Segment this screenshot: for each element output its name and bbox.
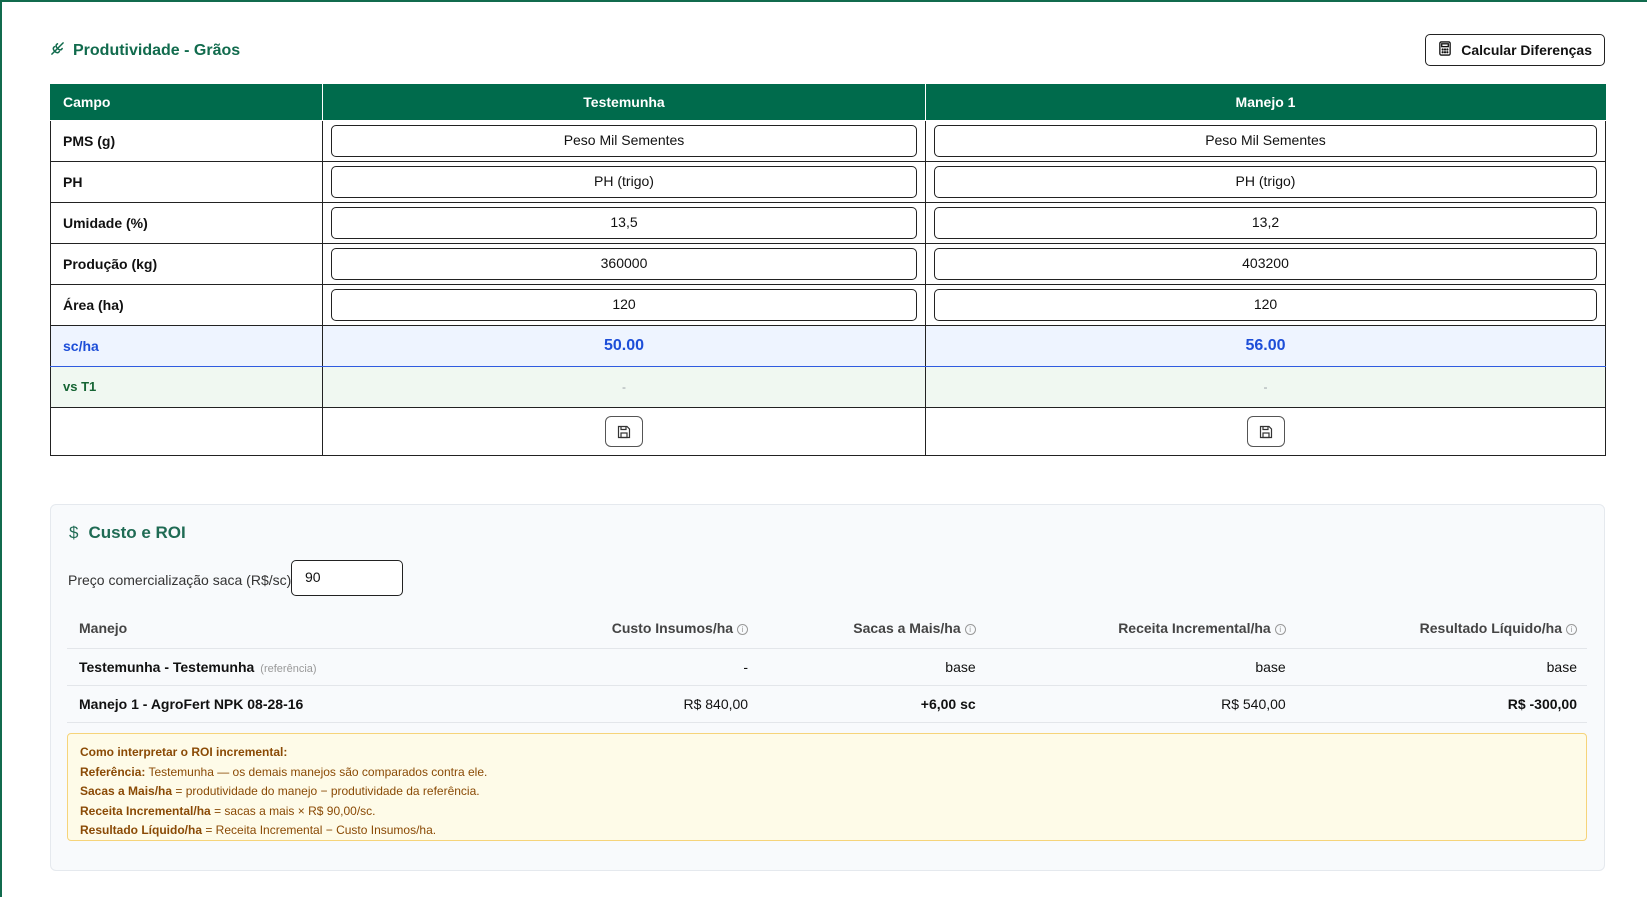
row-label: sc/ha [50, 324, 323, 367]
ph-input-testemunha[interactable]: PH (trigo) [331, 165, 917, 198]
vs-t1-value-testemunha: - [322, 365, 926, 408]
receita-value: R$ 540,00 [985, 685, 1296, 723]
section-header: Produtividade - Grãos Calcular Diferença… [50, 34, 1605, 68]
wheat-icon [50, 41, 65, 61]
empty-cell [50, 406, 323, 456]
note-line: Referência: Testemunha — os demais manej… [80, 764, 488, 779]
roi-title-text: Custo e ROI [88, 523, 186, 542]
price-input[interactable]: 90 [291, 560, 403, 596]
area-input-testemunha[interactable]: 120 [331, 288, 917, 321]
roi-column-custo: Custo Insumos/ha i [515, 609, 759, 649]
save-button-testemunha[interactable] [605, 415, 643, 447]
save-icon [1259, 425, 1272, 438]
row-label: PMS (g) [50, 119, 323, 162]
roi-column-resultado: Resultado Líquido/ha i [1295, 609, 1587, 649]
resultado-value: R$ -300,00 [1295, 685, 1587, 723]
umidade-input-testemunha[interactable]: 13,5 [331, 206, 917, 239]
calculator-icon [1438, 41, 1452, 59]
table-row-pms: PMS (g) Peso Mil Sementes Peso Mil Semen… [50, 119, 1606, 162]
roi-table: Manejo Custo Insumos/ha i Sacas a Mais/ha… [67, 609, 1587, 723]
table-row: Testemunha - Testemunha (referência) - ba… [67, 648, 1587, 686]
table-row-umidade: Umidade (%) 13,5 13,2 [50, 201, 1606, 244]
info-icon[interactable]: i [1566, 624, 1577, 636]
row-label: vs T1 [50, 365, 323, 408]
receita-value: base [985, 648, 1296, 686]
row-label: PH [50, 160, 323, 203]
save-button-manejo-1[interactable] [1246, 415, 1285, 447]
roi-column-manejo: Manejo [67, 609, 516, 649]
section-title-text: Produtividade - Grãos [73, 42, 241, 59]
umidade-input-manejo-1[interactable]: 13,2 [934, 206, 1597, 239]
table-row-producao: Produção (kg) 360000 403200 [50, 242, 1606, 285]
column-header-testemunha: Testemunha [322, 84, 926, 121]
sc-ha-value-testemunha: 50.00 [322, 324, 926, 367]
sacas-value: +6,00 sc [758, 685, 986, 723]
note-heading: Como interpretar o ROI incremental: [80, 745, 288, 759]
custo-value: - [515, 648, 759, 686]
info-icon[interactable]: i [1274, 624, 1286, 636]
table-row-area: Área (ha) 120 120 [50, 283, 1606, 326]
area-input-manejo-1[interactable]: 120 [934, 288, 1597, 321]
row-label: Área (ha) [50, 283, 323, 326]
roi-column-receita: Receita Incremental/ha i [985, 609, 1296, 649]
table-header-row: Campo Testemunha Manejo 1 [50, 84, 1606, 121]
roi-title: $ Custo e ROI [69, 523, 186, 543]
note-line: Receita Incremental/ha = sacas a mais × … [80, 803, 376, 818]
info-icon[interactable]: i [737, 624, 749, 636]
left-accent-rule [0, 0, 2, 897]
vs-t1-value-manejo-1: - [925, 365, 1606, 408]
table-row-sc-ha: sc/ha 50.00 56.00 [50, 324, 1606, 367]
row-label: Umidade (%) [50, 201, 323, 244]
info-icon[interactable]: i [964, 624, 976, 636]
note-line: Sacas a Mais/ha = produtividade do manej… [80, 784, 480, 798]
top-accent-rule [0, 0, 1647, 2]
table-row-ph: PH PH (trigo) PH (trigo) [50, 160, 1606, 203]
roi-column-sacas: Sacas a Mais/ha i [758, 609, 986, 649]
pms-input-manejo-1[interactable]: Peso Mil Sementes [934, 124, 1597, 157]
column-header-manejo-1: Manejo 1 [925, 84, 1606, 121]
column-header-campo: Campo [50, 84, 323, 121]
price-label: Preço comercialização saca (R$/sc) [68, 572, 292, 588]
manejo-name: Manejo 1 - AgroFert NPK 08-28-16 [67, 685, 516, 723]
save-icon [617, 425, 631, 438]
roi-header-row: Manejo Custo Insumos/ha i Sacas a Mais/ha… [67, 609, 1587, 649]
section-title: Produtividade - Grãos [50, 41, 240, 61]
row-label: Produção (kg) [50, 242, 323, 285]
sc-ha-value-manejo-1: 56.00 [925, 324, 1606, 367]
cost-roi-panel: $ Custo e ROI Preço comercialização saca… [50, 504, 1605, 871]
reference-tag: (referência) [260, 662, 317, 675]
custo-value: R$ 840,00 [515, 685, 759, 723]
productivity-table: Campo Testemunha Manejo 1 PMS (g) Peso M… [50, 84, 1606, 456]
calculate-differences-button[interactable]: Calcular Diferenças [1425, 34, 1605, 66]
calculate-differences-label: Calcular Diferenças [1461, 42, 1592, 58]
producao-input-testemunha[interactable]: 360000 [331, 247, 917, 280]
table-row-vs-t1: vs T1 - - [50, 365, 1606, 408]
note-line: Resultado Líquido/ha = Receita Increment… [80, 823, 437, 837]
producao-input-manejo-1[interactable]: 403200 [934, 247, 1597, 280]
table-row-actions [50, 406, 1606, 456]
sacas-value: base [758, 648, 986, 686]
pms-input-testemunha[interactable]: Peso Mil Sementes [331, 124, 917, 157]
table-row: Manejo 1 - AgroFert NPK 08-28-16 R$ 840,… [67, 685, 1587, 723]
manejo-name: Testemunha - Testemunha (referência) [67, 648, 516, 686]
ph-input-manejo-1[interactable]: PH (trigo) [934, 165, 1597, 198]
dollar-icon: $ [69, 523, 79, 542]
roi-explanation-note: Como interpretar o ROI incremental: Refe… [67, 733, 1587, 841]
resultado-value: base [1295, 648, 1587, 686]
